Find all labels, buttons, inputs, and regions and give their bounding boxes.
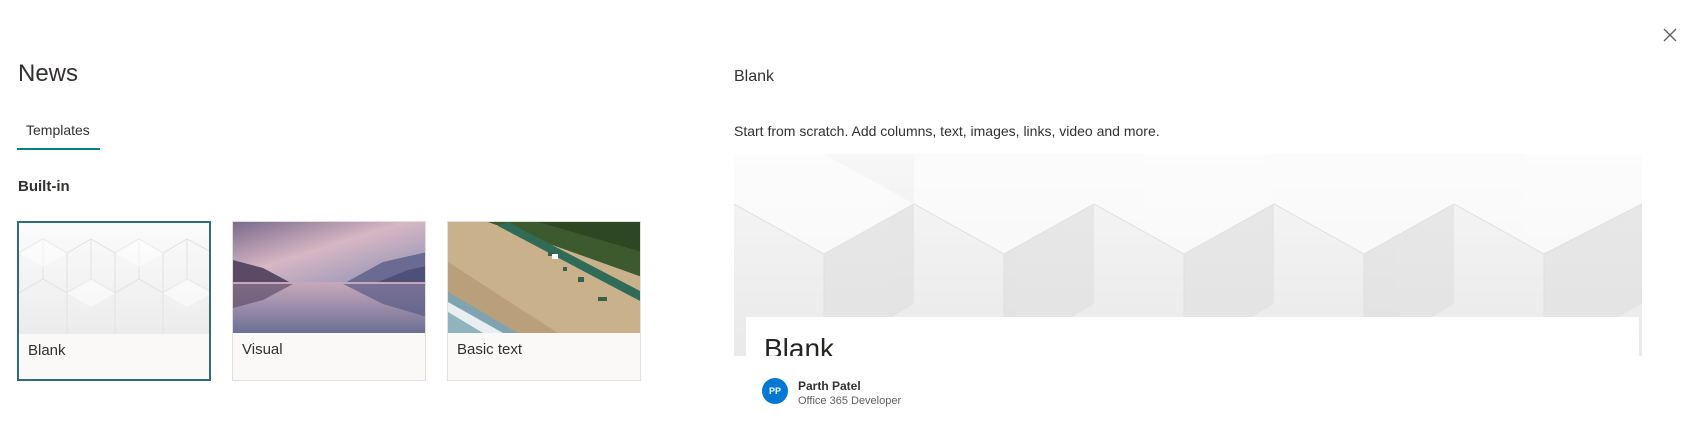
template-picker-panel: News Templates Built-in Blank Visual Bas…	[0, 0, 680, 434]
section-label-built-in: Built-in	[18, 178, 70, 195]
template-thumbnail-visual	[233, 222, 425, 333]
panel-title: News	[18, 60, 79, 87]
close-icon	[1663, 28, 1677, 42]
author-role: Office 365 Developer	[798, 395, 902, 407]
preview-page-card: Blank	[746, 317, 1639, 356]
preview-title: Blank	[734, 68, 775, 85]
tab-active-indicator	[17, 148, 100, 150]
template-card-visual[interactable]: Visual	[232, 221, 426, 381]
author-name: Parth Patel	[798, 379, 861, 393]
template-card-basic-text[interactable]: Basic text	[447, 221, 641, 381]
template-card-blank[interactable]: Blank	[17, 221, 211, 381]
template-label-visual: Visual	[242, 341, 283, 358]
avatar: PP	[762, 378, 788, 404]
close-button[interactable]	[1657, 22, 1683, 48]
preview-page-heading: Blank	[764, 333, 835, 356]
template-label-blank: Blank	[28, 342, 66, 359]
template-thumbnail-blank	[19, 223, 209, 334]
tab-templates-label: Templates	[26, 122, 90, 138]
tab-templates[interactable]: Templates	[17, 116, 100, 150]
template-label-basic-text: Basic text	[457, 341, 523, 358]
template-preview-panel: Blank Start from scratch. Add columns, t…	[733, 0, 1643, 434]
template-thumbnail-basic-text	[448, 222, 640, 333]
preview-banner: Blank	[734, 154, 1642, 356]
preview-description: Start from scratch. Add columns, text, i…	[734, 123, 1160, 139]
